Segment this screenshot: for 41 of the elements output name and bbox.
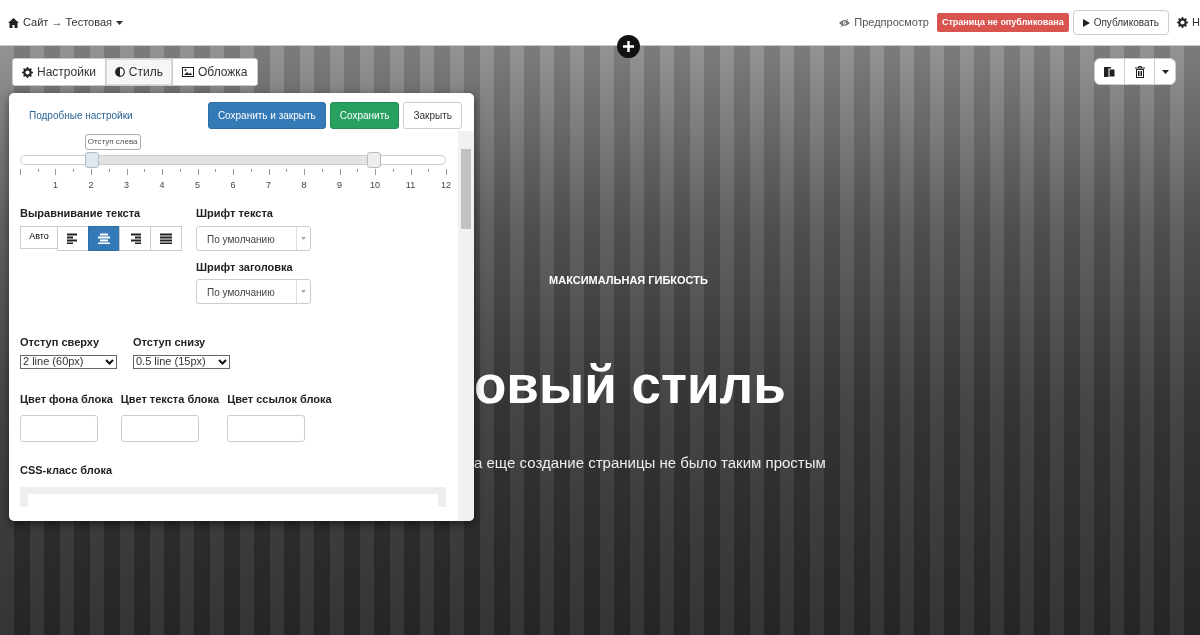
- tick-label: 8: [301, 179, 307, 192]
- field-label: Шрифт текста: [196, 206, 274, 221]
- field-label: Отступ снизу: [133, 335, 207, 350]
- save-button[interactable]: Сохранить и закрыть: [207, 101, 326, 129]
- tick-label: 1: [53, 179, 58, 192]
- tick-label: 3: [124, 179, 129, 192]
- tab[interactable]: Обложка: [171, 58, 258, 86]
- field-label: Цвет фона блока: [20, 391, 113, 407]
- tick-label: 10: [370, 179, 380, 192]
- close-button[interactable]: Закрыть: [403, 101, 462, 129]
- status-badge: Страница не опубликована: [936, 12, 1069, 33]
- hero-title: овый стиль: [474, 358, 786, 411]
- details-link[interactable]: Подробные настройки: [29, 107, 133, 123]
- field-label: Отступ сверху: [20, 335, 101, 350]
- field-label: Цвет текста блока: [120, 391, 220, 407]
- align-option[interactable]: Авто: [20, 225, 58, 249]
- settings-link[interactable]: Н: [1192, 14, 1200, 31]
- preview-link[interactable]: Предпросмотр: [854, 14, 929, 31]
- tick-label: 5: [195, 179, 200, 192]
- field-label: Выравнивание текста: [20, 206, 142, 221]
- tick-label: 7: [266, 179, 271, 192]
- font-select[interactable]: По умолчанию: [196, 279, 311, 304]
- tab[interactable]: Настройки: [12, 58, 106, 86]
- publish-button[interactable]: Опубликовать: [1072, 10, 1170, 35]
- slider-tooltip: Отступ слева: [84, 134, 141, 150]
- field-label: Цвет ссылок блока: [227, 391, 332, 407]
- field-label: CSS-класс блока: [20, 463, 114, 478]
- breadcrumb-link[interactable]: Сайт → Тестовая: [23, 14, 113, 31]
- font-select[interactable]: По умолчанию: [196, 225, 311, 251]
- field-label: Шрифт заголовка: [196, 259, 294, 275]
- tick-label: 9: [337, 179, 342, 192]
- tab[interactable]: Стиль: [104, 58, 173, 86]
- tick-label: 6: [230, 179, 236, 192]
- tick-label: 4: [159, 179, 165, 192]
- hero-eyebrow: МАКСИМАЛЬНАЯ ГИБКОСТЬ: [549, 274, 708, 286]
- tick-label: 11: [405, 179, 416, 192]
- padding-select[interactable]: 2 line (60px): [20, 354, 117, 369]
- tick-label: 12: [441, 179, 451, 192]
- tick-label: 2: [88, 179, 94, 192]
- hero-subtitle: а еще создание страницы не было таким простым: [474, 453, 826, 473]
- padding-select[interactable]: 0.5 line (15px): [133, 354, 230, 369]
